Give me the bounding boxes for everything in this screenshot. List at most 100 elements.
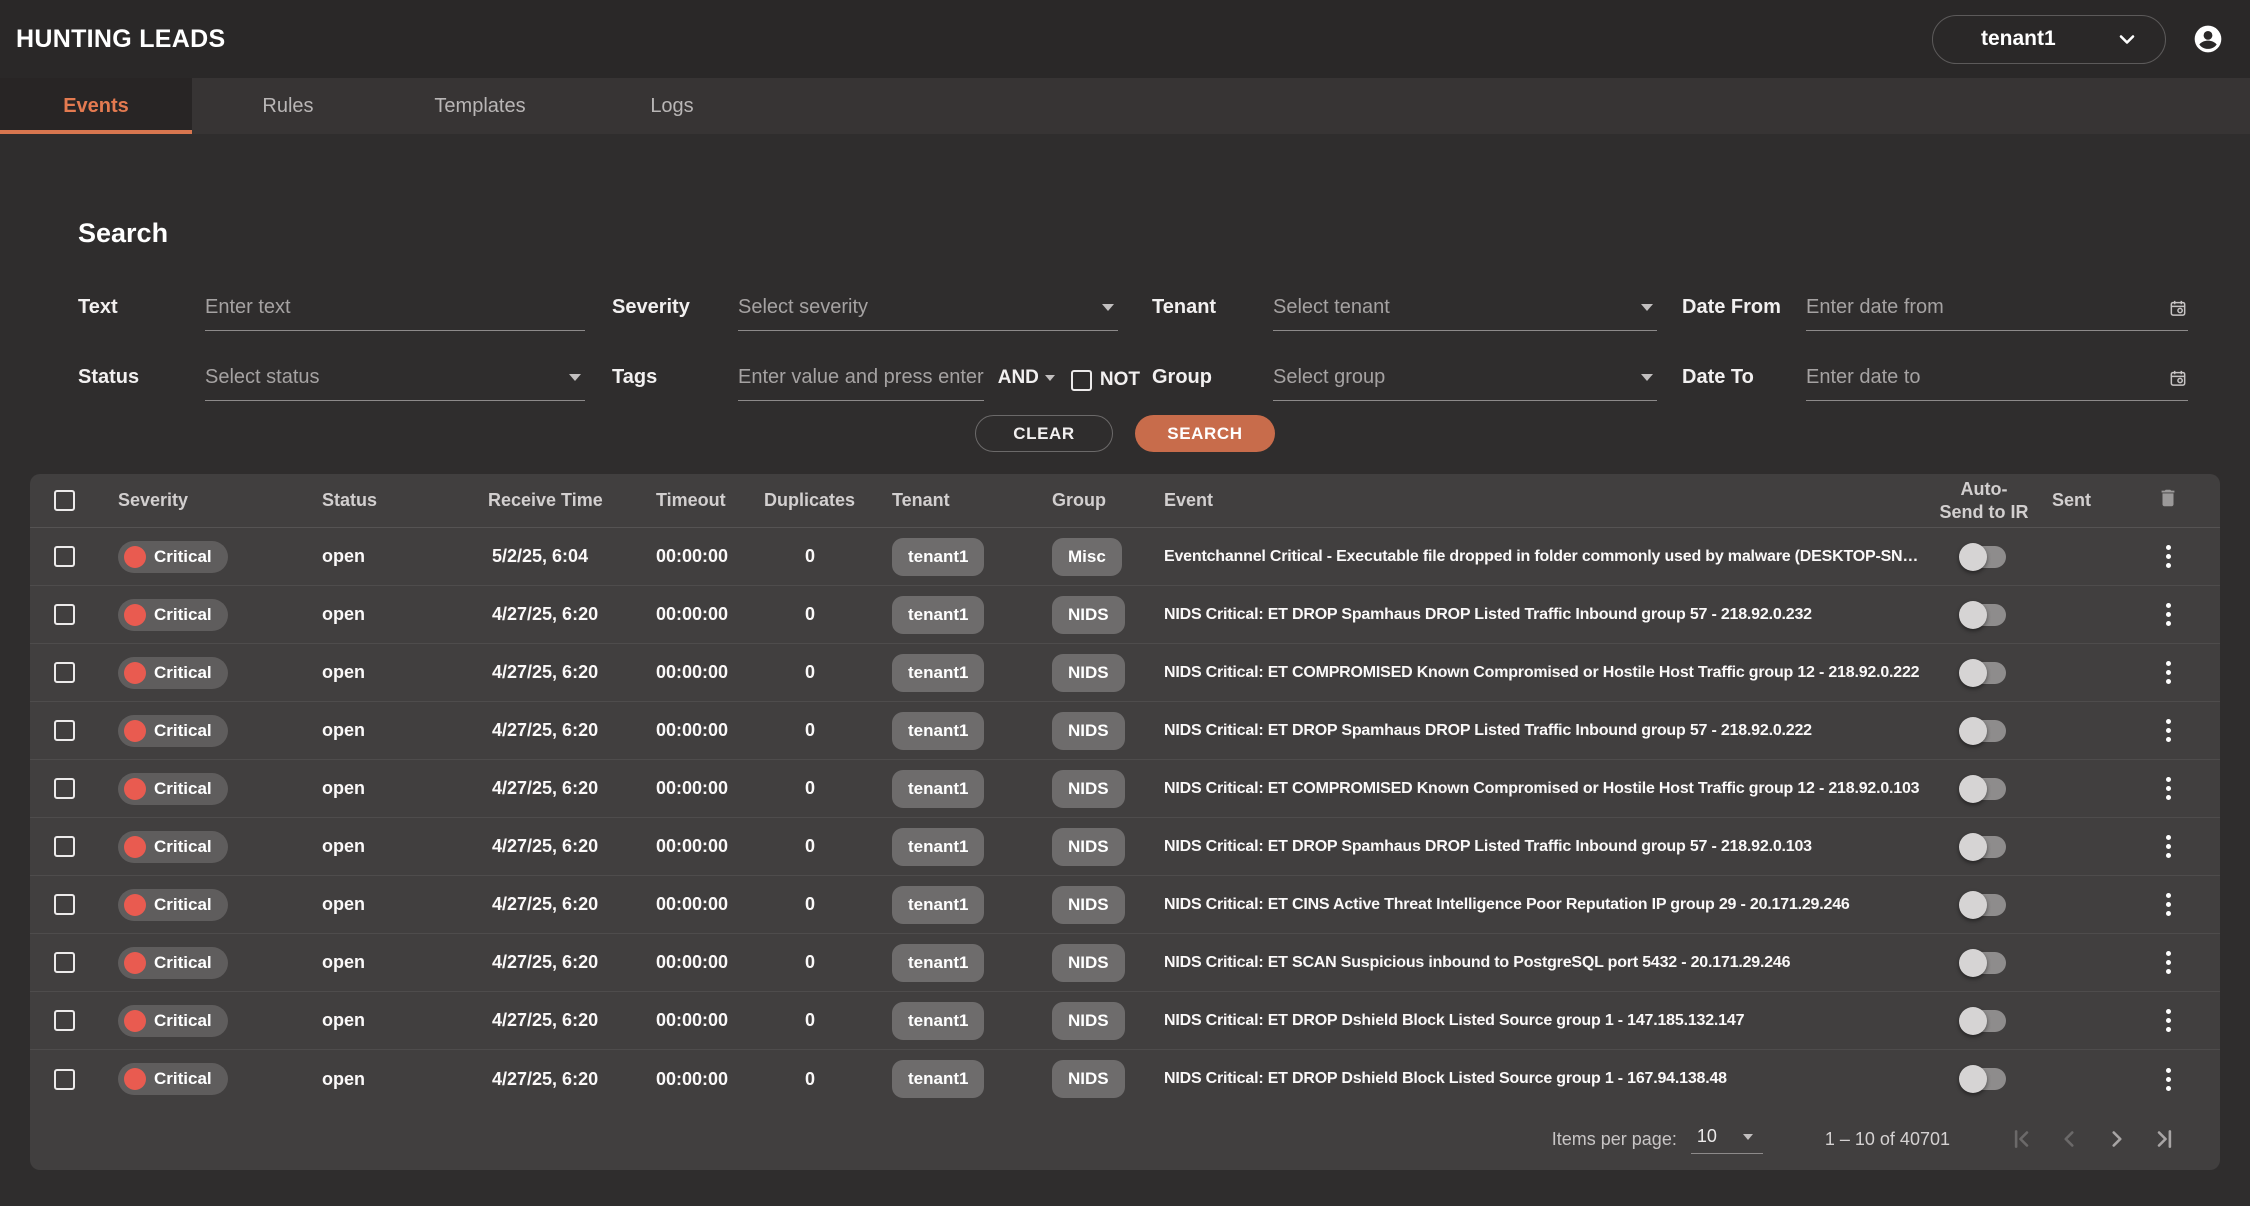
group-cell: NIDS — [1052, 654, 1164, 692]
calendar-icon[interactable] — [2168, 368, 2188, 388]
toggle-knob — [1959, 1007, 1987, 1035]
status-cell: open — [314, 720, 480, 741]
text-filter-input[interactable] — [205, 296, 585, 319]
tenant-chip: tenant1 — [892, 944, 984, 982]
date-from-input[interactable] — [1806, 296, 2168, 319]
tab-logs-label: Logs — [650, 95, 693, 118]
event-cell: NIDS Critical: ET DROP Dshield Block Lis… — [1164, 1070, 1924, 1088]
duplicates-cell: 0 — [764, 720, 892, 741]
tab-logs[interactable]: Logs — [576, 78, 768, 134]
timeout-cell: 00:00:00 — [656, 1069, 764, 1090]
auto-send-toggle[interactable] — [1962, 662, 2006, 684]
timeout-cell: 00:00:00 — [656, 836, 764, 857]
row-menu-button[interactable] — [2156, 893, 2180, 916]
last-page-button[interactable] — [2152, 1126, 2178, 1152]
next-page-button[interactable] — [2104, 1126, 2130, 1152]
auto-send-toggle[interactable] — [1962, 778, 2006, 800]
row-checkbox[interactable] — [54, 952, 75, 973]
tags-filter-input[interactable] — [738, 366, 984, 389]
row-checkbox[interactable] — [54, 546, 75, 567]
tenant-filter-select[interactable]: Select tenant — [1273, 287, 1657, 331]
status-cell: open — [314, 836, 480, 857]
clear-button[interactable]: CLEAR — [975, 415, 1113, 452]
tab-events[interactable]: Events — [0, 78, 192, 134]
severity-dot-icon — [124, 1068, 146, 1090]
auto-send-toggle[interactable] — [1962, 1010, 2006, 1032]
tab-templates[interactable]: Templates — [384, 78, 576, 134]
row-checkbox[interactable] — [54, 778, 75, 799]
auto-send-toggle[interactable] — [1962, 546, 2006, 568]
severity-dot-icon — [124, 662, 146, 684]
severity-badge: Critical — [118, 831, 228, 863]
row-menu-button[interactable] — [2156, 1009, 2180, 1032]
auto-send-toggle[interactable] — [1962, 952, 2006, 974]
tab-rules[interactable]: Rules — [192, 78, 384, 134]
row-menu-button[interactable] — [2156, 545, 2180, 568]
duplicates-cell: 0 — [764, 662, 892, 683]
calendar-icon[interactable] — [2168, 298, 2188, 318]
row-checkbox[interactable] — [54, 1069, 75, 1090]
date-to-input[interactable] — [1806, 366, 2168, 389]
row-menu-button[interactable] — [2156, 777, 2180, 800]
items-per-page-value: 10 — [1697, 1126, 1717, 1147]
auto-send-toggle[interactable] — [1962, 1068, 2006, 1090]
previous-page-button[interactable] — [2056, 1126, 2082, 1152]
duplicates-cell: 0 — [764, 894, 892, 915]
event-cell: Eventchannel Critical - Executable file … — [1164, 548, 1924, 566]
auto-send-toggle[interactable] — [1962, 836, 2006, 858]
row-menu-button[interactable] — [2156, 1068, 2180, 1091]
column-header-tenant: Tenant — [892, 490, 1052, 511]
top-bar: HUNTING LEADS tenant1 — [0, 0, 2250, 78]
table-header-row: Severity Status Receive Time Timeout Dup… — [30, 474, 2220, 528]
auto-send-toggle[interactable] — [1962, 604, 2006, 626]
row-checkbox[interactable] — [54, 894, 75, 915]
toggle-knob — [1959, 717, 1987, 745]
row-checkbox[interactable] — [54, 836, 75, 857]
kebab-dot — [2166, 1018, 2171, 1023]
search-button[interactable]: SEARCH — [1135, 415, 1275, 452]
status-filter-select[interactable]: Select status — [205, 357, 585, 401]
row-menu-button[interactable] — [2156, 835, 2180, 858]
receive-time-cell: 4/27/25, 6:20 — [480, 1069, 656, 1090]
tenant-chip: tenant1 — [892, 1002, 984, 1040]
event-cell: NIDS Critical: ET COMPROMISED Known Comp… — [1164, 780, 1924, 798]
kebab-dot — [2166, 960, 2171, 965]
auto-send-toggle[interactable] — [1962, 720, 2006, 742]
row-checkbox[interactable] — [54, 662, 75, 683]
status-cell: open — [314, 952, 480, 973]
tags-operator-select[interactable]: AND — [998, 367, 1059, 389]
severity-label: Critical — [154, 837, 212, 857]
row-checkbox[interactable] — [54, 1010, 75, 1031]
severity-label: Critical — [154, 1069, 212, 1089]
table-row: Critical open 4/27/25, 6:20 00:00:00 0 t… — [30, 992, 2220, 1050]
status-cell: open — [314, 1010, 480, 1031]
auto-send-cell — [1924, 662, 2044, 684]
table-row: Critical open 5/2/25, 6:04 00:00:00 0 te… — [30, 528, 2220, 586]
row-checkbox[interactable] — [54, 604, 75, 625]
first-page-button[interactable] — [2008, 1126, 2034, 1152]
tags-not-checkbox[interactable] — [1071, 370, 1092, 391]
row-menu-button[interactable] — [2156, 661, 2180, 684]
severity-dot-icon — [124, 720, 146, 742]
status-filter-placeholder: Select status — [205, 366, 320, 389]
kebab-dot — [2166, 951, 2171, 956]
delete-selected-button[interactable] — [2132, 487, 2204, 514]
tenant-cell: tenant1 — [892, 596, 1052, 634]
tenant-filter-placeholder: Select tenant — [1273, 296, 1390, 319]
select-all-checkbox[interactable] — [54, 490, 75, 511]
tenant-selector[interactable]: tenant1 — [1932, 15, 2166, 64]
items-per-page-select[interactable]: 10 — [1691, 1124, 1763, 1154]
severity-filter-select[interactable]: Select severity — [738, 287, 1118, 331]
row-menu-button[interactable] — [2156, 603, 2180, 626]
auto-send-toggle[interactable] — [1962, 894, 2006, 916]
row-menu-button[interactable] — [2156, 719, 2180, 742]
group-cell: NIDS — [1052, 1002, 1164, 1040]
tags-operator-value: AND — [998, 367, 1039, 389]
pagination-nav — [2008, 1126, 2178, 1152]
pagination-range: 1 – 10 of 40701 — [1825, 1129, 1950, 1150]
account-button[interactable] — [2192, 23, 2224, 55]
group-filter-select[interactable]: Select group — [1273, 357, 1657, 401]
row-checkbox[interactable] — [54, 720, 75, 741]
duplicates-cell: 0 — [764, 778, 892, 799]
row-menu-button[interactable] — [2156, 951, 2180, 974]
